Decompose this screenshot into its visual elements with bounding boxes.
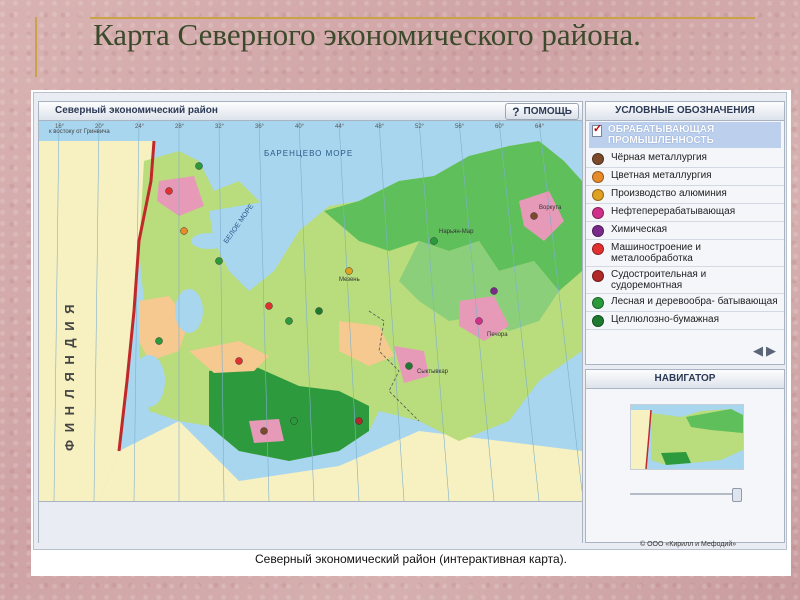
arrow-right-icon[interactable]: ▶ xyxy=(766,343,776,359)
legend-item-label: Цветная металлургия xyxy=(611,170,712,181)
map-panel-footer xyxy=(39,501,582,543)
legend-item[interactable]: Целлюлозно-бумажная xyxy=(586,312,784,330)
legend-item-label: Лесная и деревообра- батывающая xyxy=(611,296,778,307)
longitude-label: 44° xyxy=(335,124,345,130)
group-checkbox[interactable] xyxy=(592,122,602,137)
legend-item-label: Химическая xyxy=(611,224,668,235)
map-panel: Северный экономический район ? ПОМОЩЬ БА… xyxy=(38,101,583,543)
zoom-slider[interactable] xyxy=(630,488,742,502)
legend-item[interactable]: Машиностроение и металообработка xyxy=(586,240,784,267)
map-area[interactable]: БАРЕНЦЕВО МОРЕ БЕЛОЕ МОРЕ к востоку от Г… xyxy=(39,121,582,501)
copyright-text: © ООО «Кирилл и Мефодий» xyxy=(640,541,737,548)
interactive-map-app: Северный экономический район ? ПОМОЩЬ БА… xyxy=(33,92,787,550)
question-icon: ? xyxy=(512,104,520,119)
zoom-slider-handle[interactable] xyxy=(732,488,742,502)
legend-item[interactable]: Производство алюминия xyxy=(586,186,784,204)
legend-item[interactable]: Цветная металлургия xyxy=(586,168,784,186)
industry-marker-icon xyxy=(592,153,604,165)
industry-marker-icon xyxy=(592,315,604,327)
industry-marker-icon xyxy=(592,225,604,237)
longitude-label: 56° xyxy=(455,124,465,130)
legend-item[interactable]: Судостроительная и судоремонтная xyxy=(586,267,784,294)
legend-item-label: Целлюлозно-бумажная xyxy=(611,314,719,325)
longitude-label: 20° xyxy=(95,124,105,130)
navigator-title: НАВИГАТОР xyxy=(586,370,784,389)
legend-item-label: Производство алюминия xyxy=(611,188,727,199)
figure: Северный экономический район ? ПОМОЩЬ БА… xyxy=(31,90,791,576)
legend-item[interactable]: Химическая xyxy=(586,222,784,240)
industry-marker-icon xyxy=(592,270,604,282)
city-label: Воркута xyxy=(539,205,562,211)
industry-marker-icon xyxy=(592,207,604,219)
city-label: Мезень xyxy=(339,277,360,283)
legend-panel: УСЛОВНЫЕ ОБОЗНАЧЕНИЯ ОБРАБАТЫВАЮЩАЯ ПРОМ… xyxy=(585,101,785,365)
industry-marker-icon xyxy=(592,189,604,201)
legend-item-label: Чёрная металлургия xyxy=(611,152,707,163)
longitude-label: 32° xyxy=(215,124,225,130)
city-label: Печора xyxy=(487,332,508,338)
legend-item[interactable]: Лесная и деревообра- батывающая xyxy=(586,294,784,312)
navigator-panel: НАВИГАТОР xyxy=(585,369,785,543)
barents-sea-label: БАРЕНЦЕВО МОРЕ xyxy=(264,149,353,158)
legend-item[interactable]: Чёрная металлургия xyxy=(586,150,784,168)
industry-marker-icon xyxy=(592,243,604,255)
longitude-label: 60° xyxy=(495,124,505,130)
help-button-label: ПОМОЩЬ xyxy=(523,106,572,117)
longitude-label: 52° xyxy=(415,124,425,130)
finland-label: Ф И Н Л Я Н Д И Я xyxy=(62,302,77,451)
legend-items: Чёрная металлургия Цветная металлургия Про… xyxy=(586,150,784,330)
slide-title: Карта Северного экономического района. xyxy=(93,17,641,52)
legend-item-label: Судостроительная и судоремонтная xyxy=(611,269,707,291)
industry-marker-icon xyxy=(592,297,604,309)
legend-item-label: Машиностроение и металообработка xyxy=(611,242,701,264)
map-panel-title: Северный экономический район xyxy=(55,105,218,116)
legend-group-manufacturing[interactable]: ОБРАБАТЫВАЮЩАЯ ПРОМЫШЛЕННОСТЬ xyxy=(589,122,781,148)
legend-pager: ◀ ▶ xyxy=(753,343,776,359)
longitude-label: 28° xyxy=(175,124,185,130)
navigator-thumbnail-map xyxy=(631,405,743,469)
longitude-label: 36° xyxy=(255,124,265,130)
city-label: Нарьян-Мар xyxy=(439,229,474,235)
longitude-label: 40° xyxy=(295,124,305,130)
legend-title: УСЛОВНЫЕ ОБОЗНАЧЕНИЯ xyxy=(586,102,784,121)
longitude-label: 64° xyxy=(535,124,545,130)
longitude-label: 24° xyxy=(135,124,145,130)
legend-group-label: ОБРАБАТЫВАЮЩАЯ ПРОМЫШЛЕННОСТЬ xyxy=(607,124,715,146)
legend-item[interactable]: Нефтеперерабатывающая xyxy=(586,204,784,222)
city-label: Сыктывкар xyxy=(417,369,449,375)
industry-marker-icon xyxy=(592,171,604,183)
longitude-label: 16° xyxy=(55,124,65,130)
help-button[interactable]: ? ПОМОЩЬ xyxy=(505,103,579,120)
map-svg: БАРЕНЦЕВО МОРЕ БЕЛОЕ МОРЕ к востоку от Г… xyxy=(39,121,582,501)
navigator-thumbnail[interactable] xyxy=(630,404,744,470)
longitude-label: 48° xyxy=(375,124,385,130)
arrow-left-icon[interactable]: ◀ xyxy=(753,343,763,359)
legend-item-label: Нефтеперерабатывающая xyxy=(611,206,736,217)
map-panel-header: Северный экономический район ? ПОМОЩЬ xyxy=(39,102,582,121)
figure-caption: Северный экономический район (интерактив… xyxy=(254,552,568,566)
lake-ladoga xyxy=(133,355,165,407)
